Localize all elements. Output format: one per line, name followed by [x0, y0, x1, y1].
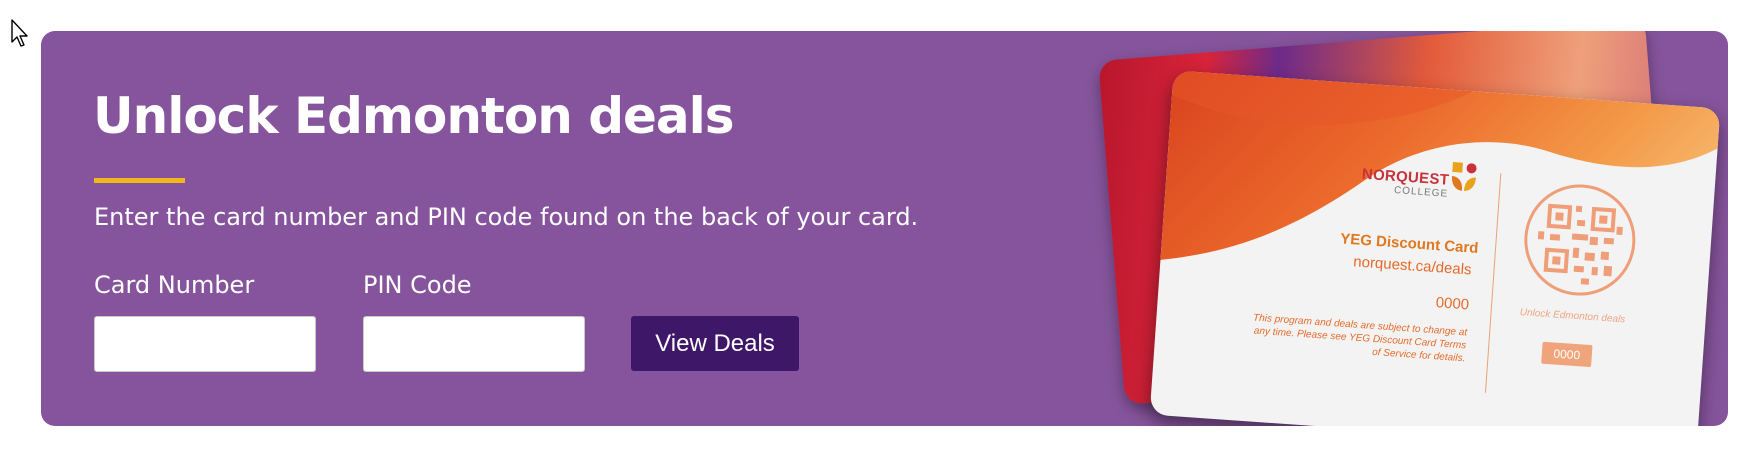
norquest-logo-icon [1452, 162, 1477, 191]
pin-code-label: PIN Code [363, 271, 472, 299]
mouse-pointer-icon [11, 19, 28, 47]
card-number-input[interactable] [94, 316, 316, 372]
norquest-logo: NORQUEST COLLEGE [1361, 166, 1449, 200]
title-accent-bar [94, 178, 185, 183]
deals-banner: Unlock Edmonton deals Enter the card num… [41, 31, 1728, 426]
card-pin-badge: 0000 [1541, 341, 1593, 368]
pin-code-input[interactable] [363, 316, 585, 372]
qr-code-icon [1524, 184, 1636, 296]
banner-instructions: Enter the card number and PIN code found… [94, 203, 919, 231]
card-number-label: Card Number [94, 271, 255, 299]
banner-title: Unlock Edmonton deals [93, 87, 735, 145]
view-deals-button[interactable]: View Deals [631, 316, 799, 371]
discount-card-front: NORQUEST COLLEGE YEG Discount Card norqu… [1149, 70, 1721, 426]
